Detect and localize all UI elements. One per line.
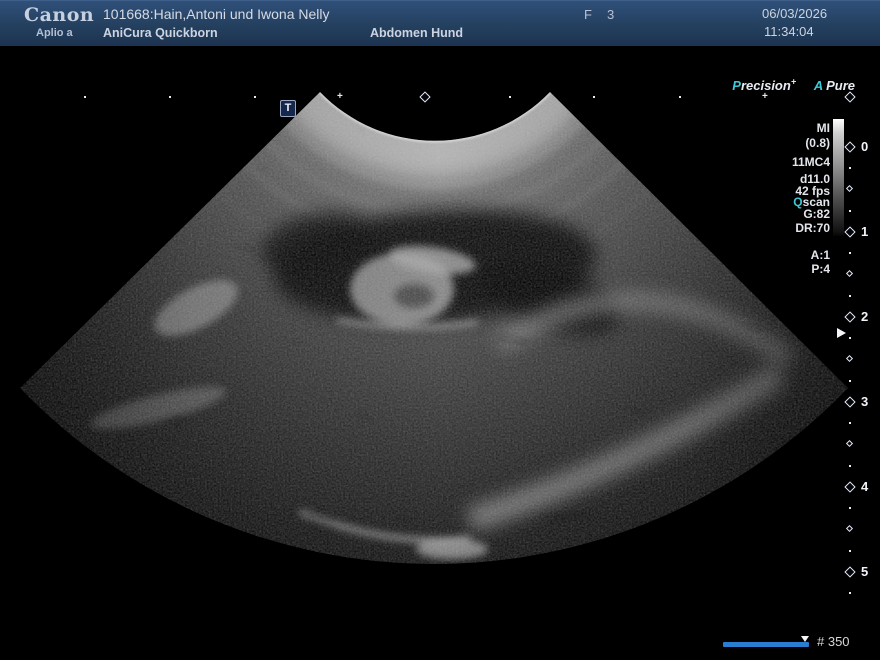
depth-label: 4 — [861, 479, 868, 494]
scale-mark-dot — [849, 592, 851, 594]
scale-mark-dot — [849, 422, 851, 424]
ultrasound-screen: Canon Aplio a 101668:Hain,Antoni und Iwo… — [0, 0, 880, 660]
depth-label: 3 — [861, 394, 868, 409]
scale-mark-plus: + — [762, 92, 768, 102]
scale-mark-plus: + — [337, 92, 343, 102]
param-a_value: A:1 — [700, 248, 830, 262]
param-p_value: P:4 — [700, 262, 830, 276]
exam-time: 11:34:04 — [764, 24, 814, 39]
cine-position-handle[interactable] — [801, 636, 809, 642]
scale-mark-dot — [849, 465, 851, 467]
scale-mark-dot — [849, 380, 851, 382]
header-bar: Canon Aplio a 101668:Hain,Antoni und Iwo… — [0, 0, 880, 46]
scale-mark-dot — [849, 295, 851, 297]
focus-position-marker[interactable] — [837, 328, 846, 338]
frame-counter: # 350 — [817, 634, 850, 649]
clinic-name: AniCura Quickborn — [103, 26, 218, 40]
param-mi_value: (0.8) — [700, 136, 830, 150]
scale-mark-dot — [169, 96, 171, 98]
depth-label: 2 — [861, 309, 868, 324]
exam-date: 06/03/2026 — [762, 6, 827, 21]
depth-label: 5 — [861, 564, 868, 579]
scale-mark-dot — [849, 337, 851, 339]
frame-number: 3 — [607, 7, 614, 22]
depth-label: 0 — [861, 139, 868, 154]
cine-progress-bar[interactable] — [723, 642, 809, 647]
param-dynamic_range: DR:70 — [700, 221, 830, 235]
depth-label: 1 — [861, 224, 868, 239]
frame-label: F — [584, 7, 592, 22]
param-transducer: 11MC4 — [700, 155, 830, 169]
param-mi_label: MI — [700, 121, 830, 135]
scale-mark-dot — [849, 210, 851, 212]
scale-mark-dot — [679, 96, 681, 98]
scale-mark-dot — [849, 507, 851, 509]
canon-logo: Canon — [24, 4, 94, 26]
study-preset: Abdomen Hund — [370, 26, 463, 40]
scale-mark-dot — [84, 96, 86, 98]
scale-mark-dot — [509, 96, 511, 98]
scale-mark-dot — [849, 252, 851, 254]
imaging-mode-labels: Precision+ APure — [560, 77, 855, 93]
param-gain: G:82 — [700, 207, 830, 221]
scale-mark-dot — [849, 167, 851, 169]
param-frame_rate: 42 fps — [700, 184, 830, 198]
orientation-marker: T — [280, 100, 296, 117]
grayscale-map-bar — [833, 119, 844, 236]
scale-mark-dot — [254, 96, 256, 98]
scale-mark-dot — [849, 550, 851, 552]
patient-id-name: 101668:Hain,Antoni und Iwona Nelly — [103, 6, 330, 22]
ultrasound-image — [0, 0, 880, 660]
scale-mark-dot — [593, 96, 595, 98]
system-model: Aplio a — [36, 27, 73, 39]
